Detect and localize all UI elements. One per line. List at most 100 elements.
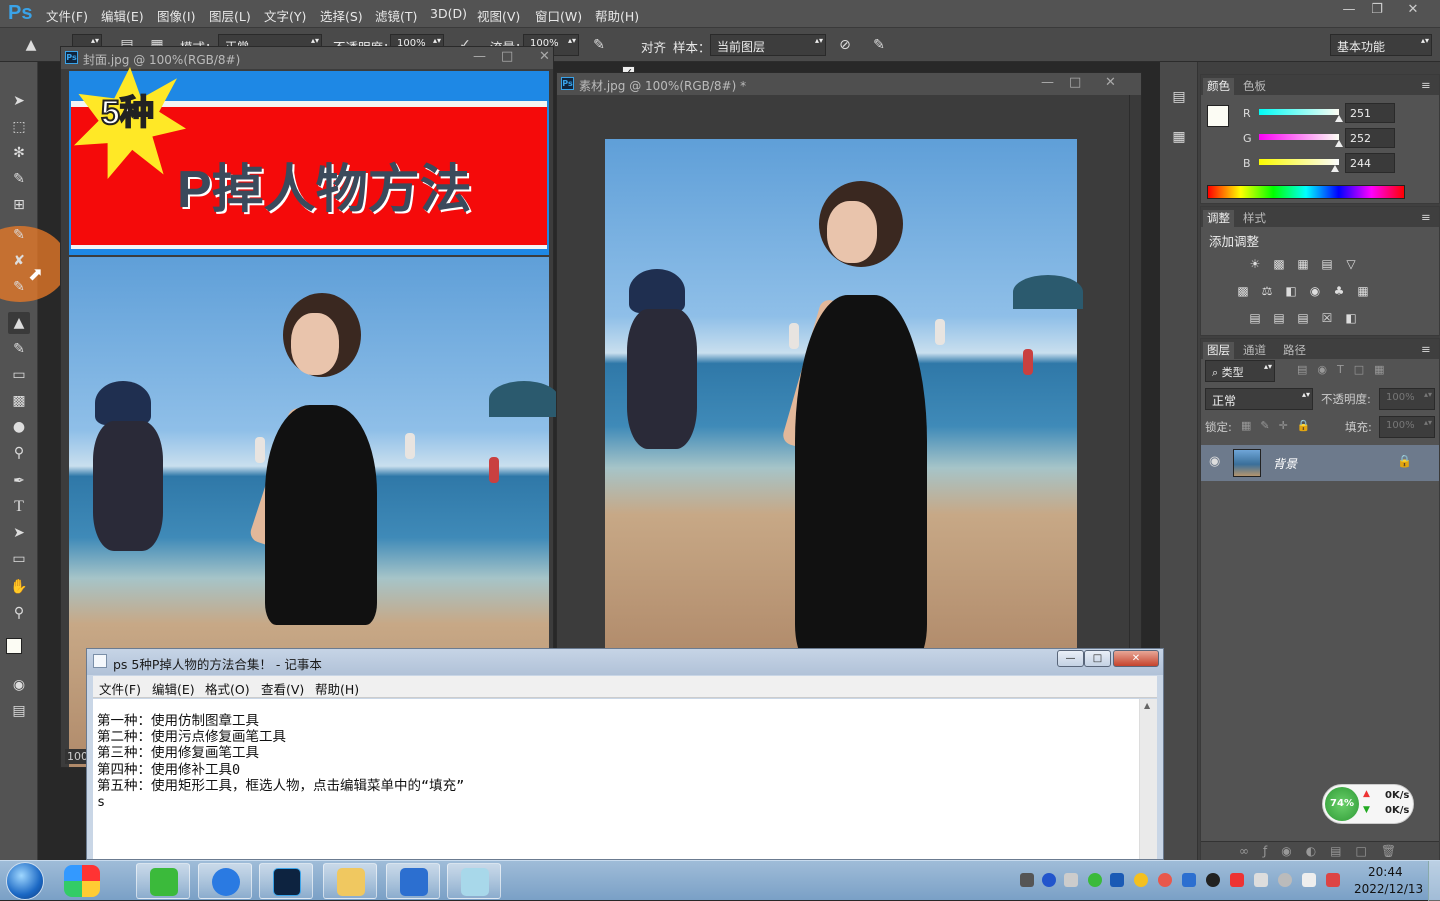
selective-color-icon[interactable]: ◧ <box>1343 311 1359 325</box>
notepad-minimize-button[interactable]: — <box>1057 650 1084 667</box>
notepad-menu-help[interactable]: 帮助(H) <box>315 679 359 698</box>
clock-date[interactable]: 2022/12/13 <box>1354 882 1423 896</box>
marquee-tool-icon[interactable]: ⬚ <box>8 116 30 138</box>
threshold-icon[interactable]: ▤ <box>1295 311 1311 325</box>
menu-image[interactable]: 图像(I) <box>157 6 195 25</box>
taskbar-notepad[interactable] <box>447 863 501 899</box>
minimize-icon[interactable]: — <box>1338 2 1360 18</box>
tray-security-icon[interactable] <box>1134 873 1148 887</box>
qq-tray-icon[interactable] <box>1206 873 1220 887</box>
sample-select[interactable]: 当前图层 <box>710 34 826 56</box>
tab-adjustments[interactable]: 调整 <box>1203 210 1234 227</box>
notepad-close-button[interactable]: ✕ <box>1113 650 1159 667</box>
tray-grid-icon[interactable] <box>1182 873 1196 887</box>
help-tray-icon[interactable] <box>1042 873 1056 887</box>
foreground-color-swatch[interactable] <box>6 638 22 654</box>
menu-layer[interactable]: 图层(L) <box>209 6 251 25</box>
history-brush-tool-icon[interactable]: ✎ <box>8 338 30 360</box>
tray-flower-icon[interactable] <box>1158 873 1172 887</box>
invert-icon[interactable]: ▤ <box>1247 311 1263 325</box>
display-tray-icon[interactable] <box>1302 873 1316 887</box>
quick-select-tool-icon[interactable]: ✎ <box>8 168 30 190</box>
tray-flag-icon[interactable] <box>1230 873 1244 887</box>
screen-mode-icon[interactable]: ▤ <box>8 700 30 722</box>
pressure-size-icon[interactable]: ✎ <box>868 34 890 56</box>
menu-window[interactable]: 窗口(W) <box>535 6 582 25</box>
doc1-minimize-icon[interactable]: — <box>473 49 486 64</box>
g-slider-thumb[interactable] <box>1335 140 1343 147</box>
doc2-scrollbar[interactable] <box>1129 95 1141 661</box>
layer-filter-icons[interactable]: ▤◉T□▦ <box>1297 363 1395 376</box>
notepad-menu-view[interactable]: 查看(V) <box>261 679 304 698</box>
exposure-icon[interactable]: ▤ <box>1319 257 1335 271</box>
color-balance-icon[interactable]: ⚖ <box>1259 284 1275 298</box>
doc2-maximize-icon[interactable]: □ <box>1069 75 1081 90</box>
eraser-tool-icon[interactable]: ▭ <box>8 364 30 386</box>
menu-select[interactable]: 选择(S) <box>320 6 363 25</box>
tab-paths[interactable]: 路径 <box>1283 342 1306 358</box>
keyboard-tray-icon[interactable] <box>1020 873 1034 887</box>
layer-fill-input[interactable]: 100% <box>1379 416 1435 438</box>
photo-filter-icon[interactable]: ◉ <box>1307 284 1323 298</box>
doc2-close-icon[interactable]: ✕ <box>1105 75 1116 90</box>
taskbar-app[interactable] <box>386 863 440 899</box>
lock-icons[interactable]: ▦✎✛🔒 <box>1241 419 1320 432</box>
notepad-menu-file[interactable]: 文件(F) <box>99 679 141 698</box>
spot-healing-tool-icon[interactable]: ✎ <box>8 224 30 246</box>
doc1-close-icon[interactable]: ✕ <box>539 49 550 64</box>
workspace-select[interactable]: 基本功能 <box>1330 34 1432 56</box>
doc2-minimize-icon[interactable]: — <box>1041 75 1054 90</box>
hand-tool-icon[interactable]: ✋ <box>8 576 30 598</box>
restore-icon[interactable]: ❐ <box>1366 2 1388 18</box>
tray-app-360-icon[interactable] <box>64 865 100 897</box>
b-slider-thumb[interactable] <box>1331 165 1339 172</box>
type-tool-icon[interactable]: T <box>8 496 30 518</box>
doc1-maximize-icon[interactable]: □ <box>501 49 513 64</box>
notepad-maximize-button[interactable]: □ <box>1084 650 1111 667</box>
action-center-tray-icon[interactable] <box>1326 873 1340 887</box>
notepad-scrollbar[interactable]: ▲ <box>1139 699 1157 859</box>
color-fg-swatch[interactable] <box>1207 105 1229 127</box>
notepad-text-area[interactable]: 第一种：使用仿制图章工具 第二种：使用污点修复画笔工具 第三种：使用修复画笔工具 第四… <box>93 699 1139 859</box>
layer-name[interactable]: 背景 <box>1273 455 1297 472</box>
clock-time[interactable]: 20:44 <box>1368 865 1403 879</box>
menu-type[interactable]: 文字(Y) <box>264 6 306 25</box>
b-value[interactable]: 244 <box>1345 153 1395 173</box>
r-slider[interactable] <box>1259 109 1339 115</box>
tab-color[interactable]: 颜色 <box>1203 78 1234 95</box>
tab-layers[interactable]: 图层 <box>1203 342 1234 359</box>
menu-edit[interactable]: 编辑(E) <box>101 6 144 25</box>
layer-filter-select[interactable]: ⌕ 类型 <box>1205 360 1275 382</box>
lasso-tool-icon[interactable]: ✻ <box>8 142 30 164</box>
brush-tool-icon[interactable]: ✎ <box>8 276 30 298</box>
notepad-menu-edit[interactable]: 编辑(E) <box>152 679 195 698</box>
scroll-up-icon[interactable]: ▲ <box>1144 701 1150 710</box>
layer-footer-icons[interactable]: ∞ƒ◉◐▤□🗑 <box>1239 844 1410 858</box>
taskbar-photoshop[interactable] <box>259 863 313 899</box>
ignore-adjustment-icon[interactable]: ⊘ <box>834 34 856 56</box>
close-icon[interactable]: ✕ <box>1402 2 1424 18</box>
blend-mode-select[interactable]: 正常 <box>1205 388 1313 410</box>
panel-menu-icon[interactable]: ≡ <box>1421 78 1431 92</box>
gradient-map-icon[interactable]: ☒ <box>1319 311 1335 325</box>
path-select-tool-icon[interactable]: ➤ <box>8 522 30 544</box>
notepad-title-bar[interactable]: ps 5种P掉人物的方法合集！ - 记事本 — □ ✕ <box>87 649 1163 675</box>
black-white-icon[interactable]: ◧ <box>1283 284 1299 298</box>
taskbar-sogou[interactable] <box>198 863 252 899</box>
menu-3d[interactable]: 3D(D) <box>430 6 467 21</box>
tray-expand-icon[interactable] <box>1064 873 1078 887</box>
network-speed-widget[interactable]: 74% ▲ ▼ 0K/s 0K/s <box>1322 784 1414 824</box>
menu-help[interactable]: 帮助(H) <box>595 6 639 25</box>
g-slider[interactable] <box>1259 134 1339 140</box>
network-tray-icon[interactable] <box>1278 873 1292 887</box>
channel-mixer-icon[interactable]: ♣ <box>1331 284 1347 298</box>
curves-icon[interactable]: ▦ <box>1295 257 1311 271</box>
healing-brush-tool-icon[interactable]: ✘ <box>8 250 30 272</box>
show-desktop-button[interactable] <box>1428 861 1440 901</box>
tray-app-icon[interactable] <box>1110 873 1124 887</box>
pen-tool-icon[interactable]: ✒ <box>8 470 30 492</box>
color-lookup-icon[interactable]: ▦ <box>1355 284 1371 298</box>
volume-tray-icon[interactable] <box>1254 873 1268 887</box>
brightness-icon[interactable]: ☀ <box>1247 257 1263 271</box>
menu-file[interactable]: 文件(F) <box>46 6 88 25</box>
